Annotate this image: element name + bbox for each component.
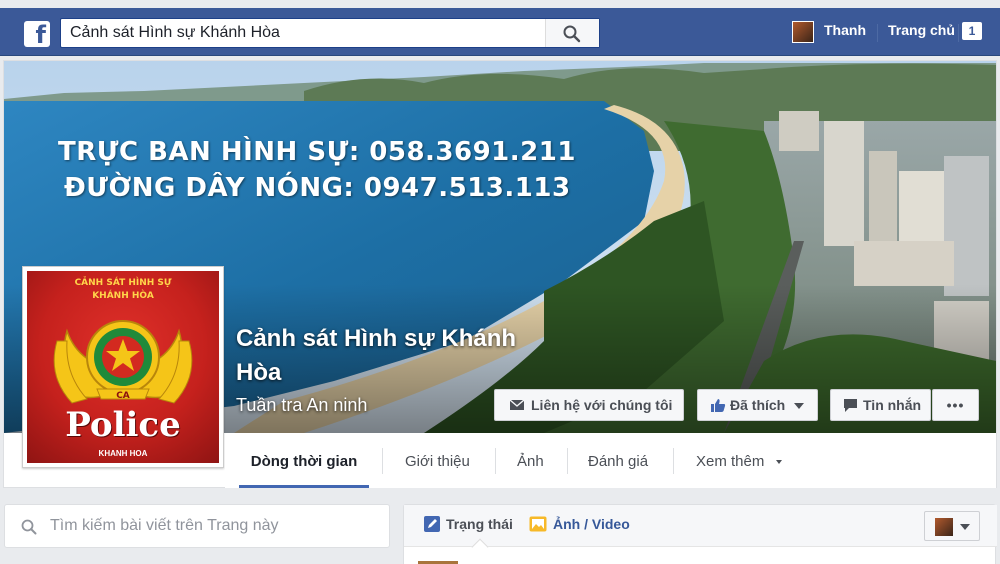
message-button[interactable]: Tin nhắn — [830, 389, 931, 421]
nav-divider — [958, 24, 959, 42]
page-post-search[interactable]: Tìm kiếm bài viết trên Trang này — [4, 504, 390, 548]
police-logo: CẢNH SÁT HÌNH SỰ KHÁNH HÒA CA Police KHA… — [27, 271, 219, 463]
nav-divider — [877, 24, 878, 42]
logo-police-text: Police — [65, 405, 181, 445]
profile-picture[interactable]: CẢNH SÁT HÌNH SỰ KHÁNH HÒA CA Police KHA… — [22, 266, 224, 468]
tab-about[interactable]: Giới thiệu — [405, 434, 470, 488]
envelope-icon — [509, 399, 525, 410]
tab-photos[interactable]: Ảnh — [517, 434, 544, 488]
message-label: Tin nhắn — [863, 397, 922, 413]
photo-icon — [529, 516, 547, 532]
composer-status-label: Trạng thái — [446, 516, 513, 532]
composer-tabs: Trạng thái Ảnh / Video — [404, 505, 997, 547]
composer-photo-video-tab[interactable]: Ảnh / Video — [529, 516, 630, 532]
search-button[interactable] — [545, 19, 599, 47]
logo-bottom-text: KHANH HOA — [98, 449, 148, 458]
post-as-avatar — [935, 518, 953, 536]
chevron-down-icon — [794, 403, 804, 409]
composer-video-label: / Video — [580, 516, 630, 532]
liked-button[interactable]: Đã thích — [697, 389, 818, 421]
facebook-logo-icon[interactable]: f — [24, 21, 50, 47]
tab-divider — [673, 448, 674, 474]
composer-photo-label: Ảnh — [553, 516, 581, 532]
blue-bar: f Thanh Trang chủ — [0, 8, 1000, 56]
page-post-search-placeholder: Tìm kiếm bài viết trên Trang này — [50, 517, 279, 534]
tab-more[interactable]: Xem thêm — [696, 434, 782, 488]
chat-bubble-icon — [844, 399, 857, 412]
tab-timeline[interactable]: Dòng thời gian — [239, 434, 369, 488]
page-tabs: Dòng thời gian Giới thiệu Ảnh Đánh giá X… — [225, 434, 996, 488]
more-dots-icon: ••• — [946, 397, 965, 413]
pencil-icon — [424, 516, 440, 532]
more-options-button[interactable]: ••• — [932, 389, 979, 421]
contact-us-button[interactable]: Liên hệ với chúng tôi — [494, 389, 684, 421]
composer-status-tab[interactable]: Trạng thái — [424, 516, 513, 532]
search-input[interactable] — [61, 19, 545, 47]
search-icon — [563, 25, 581, 43]
thumbs-up-icon — [711, 399, 726, 412]
page-title[interactable]: Cảnh sát Hình sự Khánh Hòa — [236, 322, 536, 390]
post-composer: Trạng thái Ảnh / Video — [403, 504, 997, 564]
contact-us-label: Liên hệ với chúng tôi — [531, 397, 673, 413]
caret-down-icon — [775, 460, 782, 465]
post-as-selector[interactable] — [924, 511, 980, 541]
cover-hotline-line1: TRỰC BAN HÌNH SỰ: 058.3691.211 — [58, 137, 576, 167]
tab-divider — [495, 448, 496, 474]
page-category[interactable]: Tuần tra An ninh — [236, 395, 367, 416]
search-box — [60, 18, 600, 48]
liked-label: Đã thích — [730, 397, 786, 413]
tab-reviews[interactable]: Đánh giá — [588, 434, 648, 488]
user-avatar[interactable] — [792, 21, 814, 43]
tab-more-label: Xem thêm — [696, 453, 765, 470]
user-name-link[interactable]: Thanh — [824, 22, 866, 38]
search-icon — [21, 519, 37, 535]
cover-hotline-line2: ĐƯỜNG DÂY NÓNG: 0947.513.113 — [64, 173, 571, 203]
tab-divider — [382, 448, 383, 474]
notification-badge[interactable]: 1 — [962, 22, 982, 40]
home-link[interactable]: Trang chủ — [888, 22, 955, 38]
tab-divider — [567, 448, 568, 474]
chevron-down-icon — [960, 524, 970, 530]
svg-text:CA: CA — [116, 391, 130, 401]
